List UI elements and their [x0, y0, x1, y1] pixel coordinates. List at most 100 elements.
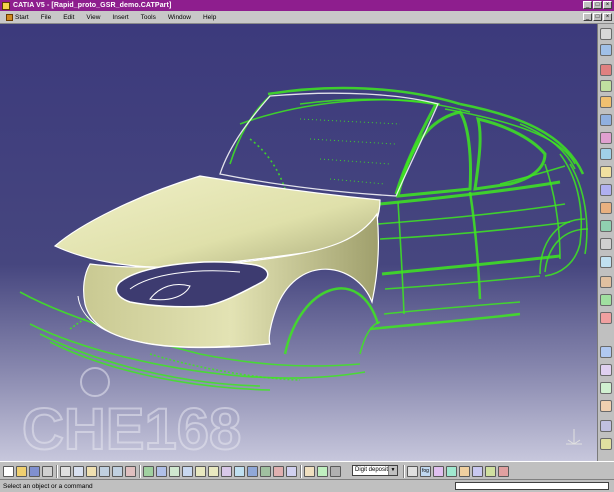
close-button[interactable]: × [603, 1, 612, 9]
mirror-icon[interactable] [459, 466, 470, 477]
redo-icon[interactable] [112, 466, 123, 477]
doc-maximize-button[interactable]: □ [593, 13, 602, 21]
toolbar-separator [300, 465, 302, 478]
menu-tools-label: Tools [140, 13, 156, 21]
fly-mode-icon[interactable] [143, 466, 154, 477]
menu-start[interactable]: Start [0, 13, 35, 21]
paste-icon[interactable] [86, 466, 97, 477]
view-mode-value: Digit deposit [355, 467, 389, 473]
menu-insert[interactable]: Insert [106, 14, 134, 21]
toolbar-separator [139, 465, 141, 478]
menu-help[interactable]: Help [197, 14, 222, 21]
zoom-out-icon[interactable] [208, 466, 219, 477]
chevron-down-icon: ▼ [388, 466, 397, 475]
pan-icon[interactable] [169, 466, 180, 477]
interactive-dimensions-icon[interactable] [407, 466, 418, 477]
viewport-canvas[interactable]: CHE168 [0, 24, 597, 461]
light-icon[interactable] [317, 466, 328, 477]
measure-icon[interactable] [600, 438, 612, 450]
3d-viewport[interactable]: CHE168 [0, 24, 597, 461]
menu-edit-label: Edit [63, 13, 75, 21]
plane-icon[interactable] [600, 44, 612, 56]
revolve-icon[interactable] [600, 148, 612, 160]
menu-tools[interactable]: Tools [135, 14, 162, 21]
extract-icon[interactable] [600, 294, 612, 306]
fit-all-icon[interactable] [156, 466, 167, 477]
swap-space-icon[interactable] [286, 466, 297, 477]
fog-button[interactable]: fog [420, 466, 431, 477]
doc-close-button[interactable]: × [603, 13, 612, 21]
shading-icon[interactable] [260, 466, 271, 477]
save-icon[interactable] [29, 466, 40, 477]
line-icon[interactable] [600, 80, 612, 92]
split-icon[interactable] [600, 238, 612, 250]
rotate-view-icon[interactable] [182, 466, 193, 477]
iso-view-icon[interactable] [247, 466, 258, 477]
environment-icon[interactable] [485, 466, 496, 477]
new-icon[interactable] [3, 466, 14, 477]
spline-icon[interactable] [600, 114, 612, 126]
copy-icon[interactable] [73, 466, 84, 477]
status-prompt: Select an object or a command [3, 482, 93, 490]
fill-icon[interactable] [600, 184, 612, 196]
rotate-icon[interactable] [600, 364, 612, 376]
ground-icon[interactable] [446, 466, 457, 477]
catia-app-icon[interactable] [2, 1, 10, 10]
undo-icon[interactable] [99, 466, 110, 477]
view-mode-select[interactable]: Digit deposit ▼ [352, 465, 398, 476]
normal-view-icon[interactable] [221, 466, 232, 477]
menu-window-label: Window [167, 13, 191, 21]
sketcher-icon[interactable] [600, 28, 612, 40]
menu-file[interactable]: File [35, 14, 57, 21]
right-toolbar [597, 24, 614, 461]
menu-bar: Start File Edit View Insert Tools Window… [0, 11, 614, 24]
sweep-icon[interactable] [600, 166, 612, 178]
command-input[interactable] [455, 482, 609, 490]
bottom-toolbar: Digit deposit ▼ fog [0, 461, 614, 479]
analysis-icon[interactable] [600, 420, 612, 432]
menu-help-label: Help [202, 13, 217, 21]
minimize-button[interactable]: _ [583, 1, 592, 9]
menu-view[interactable]: View [80, 14, 106, 21]
menu-edit[interactable]: Edit [57, 14, 80, 21]
whats-this-icon[interactable] [125, 466, 136, 477]
turntable-icon[interactable] [498, 466, 509, 477]
menu-window[interactable]: Window [162, 14, 197, 21]
start-icon [6, 13, 13, 21]
menu-view-label: View [86, 13, 101, 21]
boundary-icon[interactable] [600, 276, 612, 288]
menu-file-label: File [40, 13, 52, 21]
document-window-controls: _ □ × [583, 13, 612, 21]
edge-highlight-icon[interactable] [433, 466, 444, 477]
window-controls: _ □ × [583, 1, 612, 9]
trim-icon[interactable] [600, 256, 612, 268]
symmetry-icon[interactable] [600, 382, 612, 394]
toolbar-separator [56, 465, 58, 478]
menu-insert-label: Insert [112, 13, 129, 21]
shadow-icon[interactable] [472, 466, 483, 477]
translate-icon[interactable] [600, 346, 612, 358]
hide-show-icon[interactable] [273, 466, 284, 477]
blend-icon[interactable] [600, 202, 612, 214]
title-bar: CATIA V5 - [Rapid_proto_GSR_demo.CATPart… [0, 0, 614, 11]
multi-view-icon[interactable] [234, 466, 245, 477]
status-bar: Select an object or a command [0, 479, 614, 492]
curve-icon[interactable] [600, 96, 612, 108]
cut-icon[interactable] [60, 466, 71, 477]
extrude-icon[interactable] [600, 132, 612, 144]
open-icon[interactable] [16, 466, 27, 477]
join-icon[interactable] [600, 220, 612, 232]
point-icon[interactable] [600, 64, 612, 76]
window-title: CATIA V5 - [Rapid_proto_GSR_demo.CATPart… [13, 2, 172, 9]
maximize-button[interactable]: □ [593, 1, 602, 9]
camera-icon[interactable] [330, 466, 341, 477]
scaling-icon[interactable] [600, 400, 612, 412]
render-icon[interactable] [304, 466, 315, 477]
watermark-text: CHE168 [22, 397, 241, 461]
toolbar-separator [403, 465, 405, 478]
doc-minimize-button[interactable]: _ [583, 13, 592, 21]
print-icon[interactable] [42, 466, 53, 477]
zoom-in-icon[interactable] [195, 466, 206, 477]
fog-label: fog [422, 468, 429, 474]
fillet-icon[interactable] [600, 312, 612, 324]
